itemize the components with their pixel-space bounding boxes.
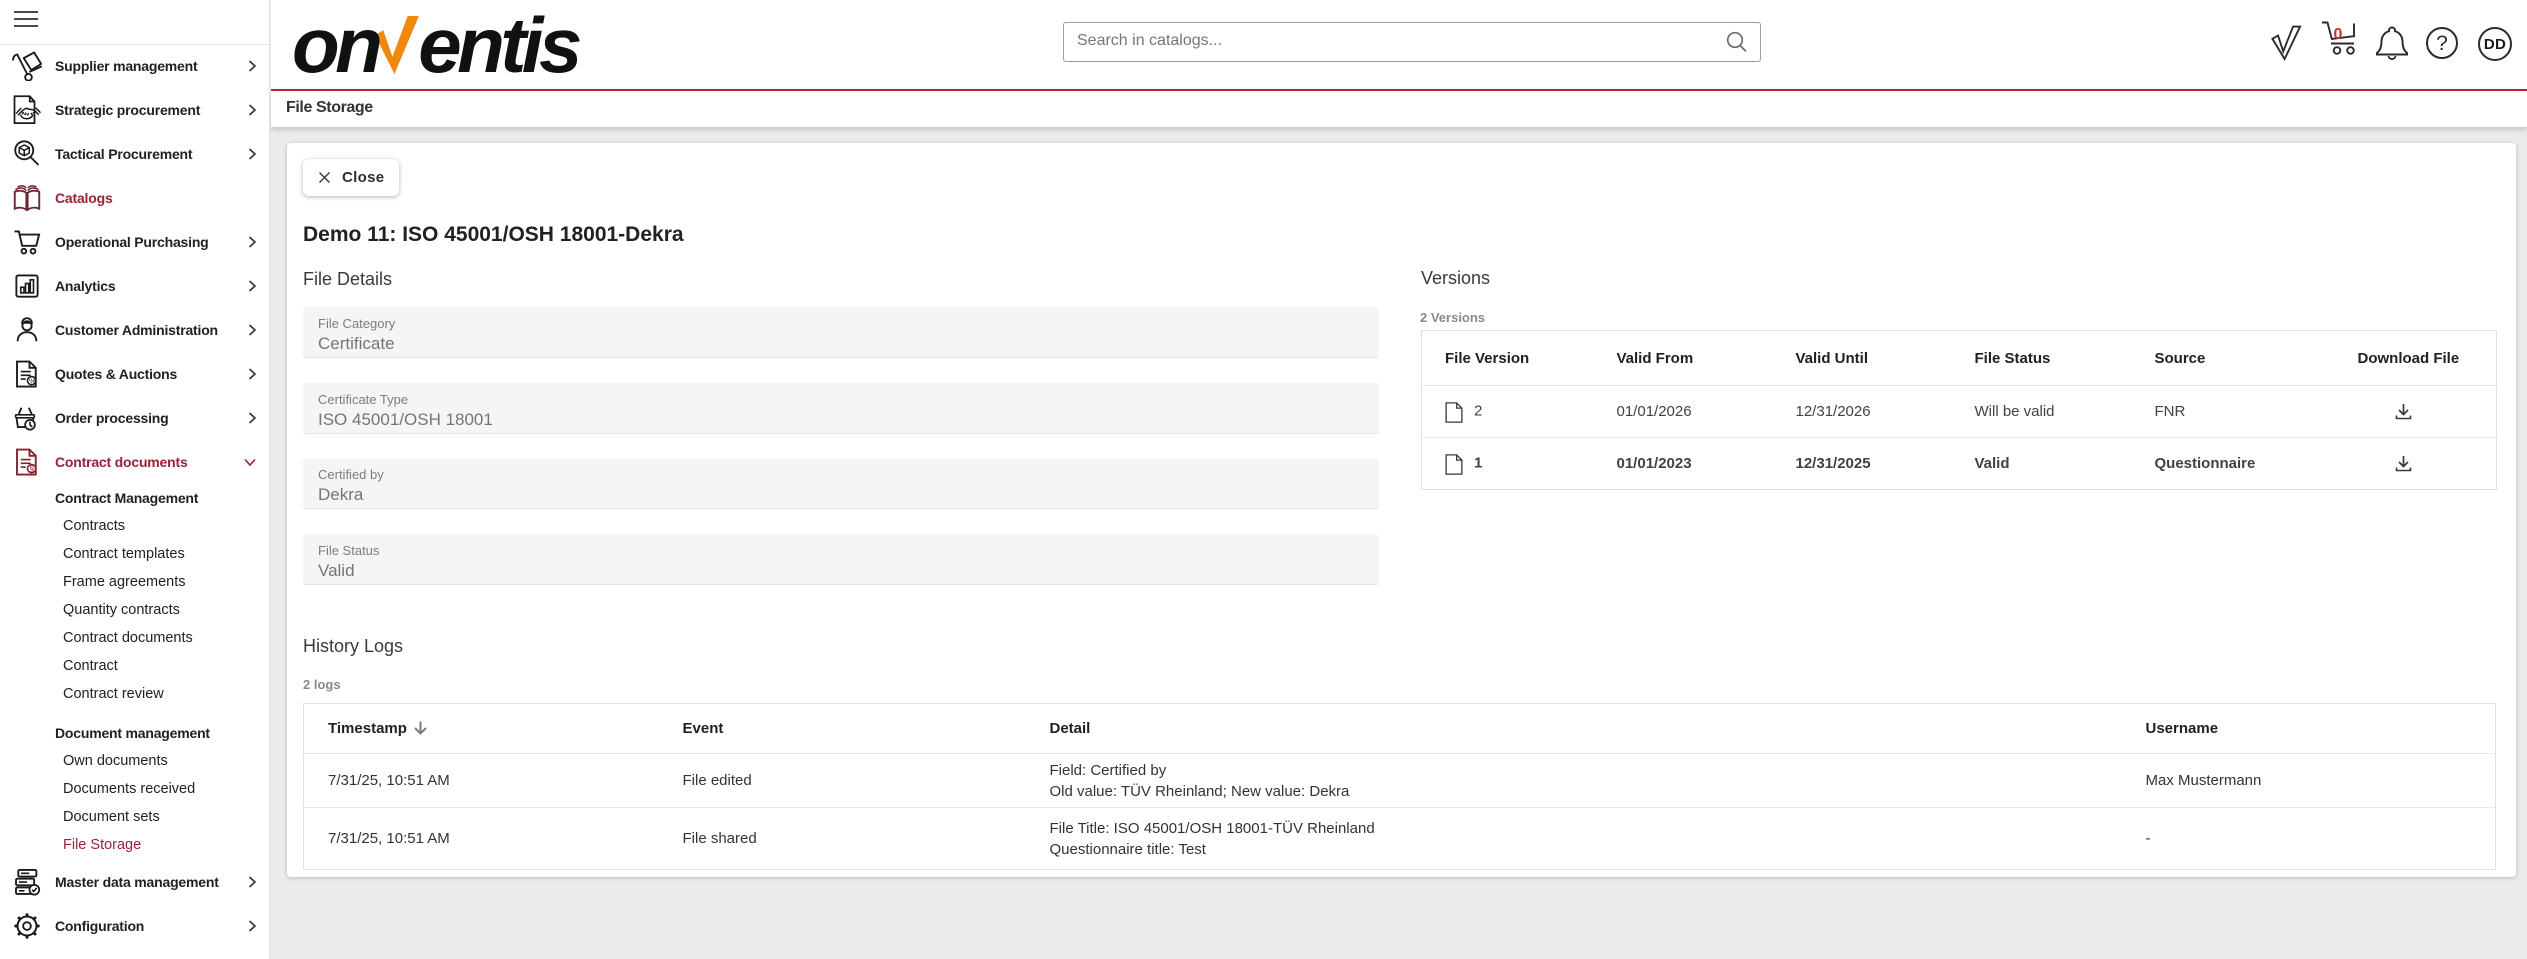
svg-text:§: § [30,465,35,474]
svg-text:%: % [29,376,36,385]
svg-text:0: 0 [2334,26,2343,43]
